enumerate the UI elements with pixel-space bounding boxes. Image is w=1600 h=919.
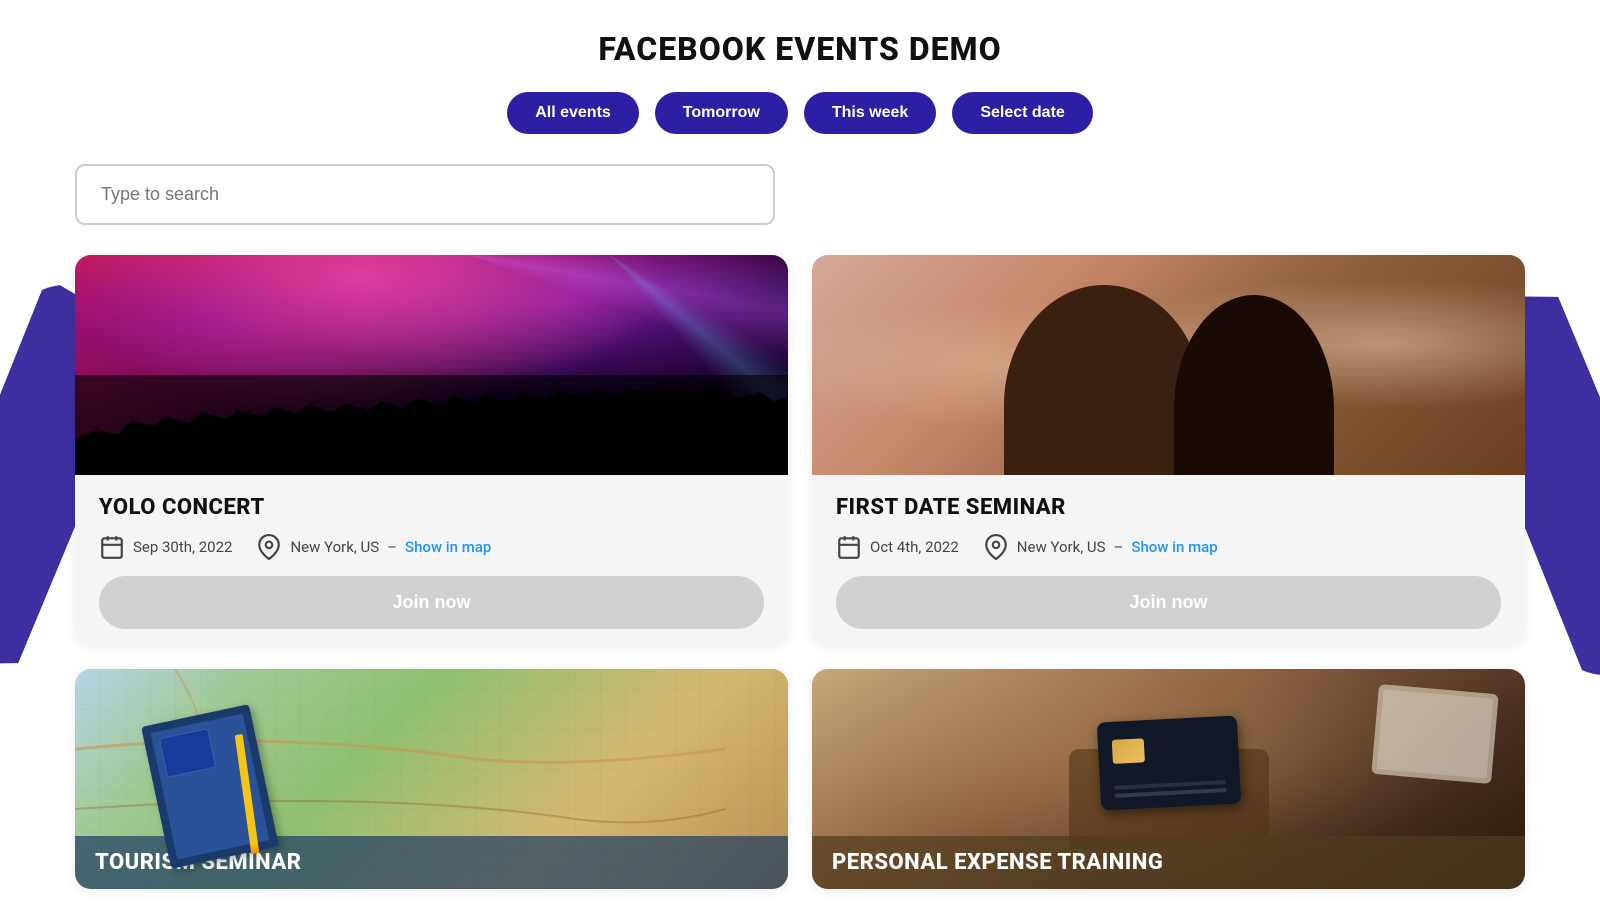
event-card-tourism[interactable]: TOURISM SEMINAR: [75, 669, 788, 889]
event-card-yolo-concert[interactable]: YOLO CONCERT Sep 30th, 2022: [75, 255, 788, 645]
credit-card-visual: [1096, 715, 1240, 810]
event-title-seminar: FIRST DATE SEMINAR: [836, 495, 1501, 520]
event-meta-concert: Sep 30th, 2022 New York, US – Show in ma…: [99, 534, 764, 560]
event-location-seminar: New York, US – Show in map: [983, 534, 1218, 560]
event-location-sep-seminar: –: [1114, 538, 1124, 556]
event-location-text-concert: New York, US: [290, 538, 379, 556]
event-title-concert: YOLO CONCERT: [99, 495, 764, 520]
event-meta-seminar: Oct 4th, 2022 New York, US – Show in map: [836, 534, 1501, 560]
event-body-seminar: FIRST DATE SEMINAR Oct 4th, 2022: [812, 475, 1525, 645]
tablet-shape: [1371, 684, 1498, 784]
event-date-text-seminar: Oct 4th, 2022: [870, 538, 959, 556]
events-grid: YOLO CONCERT Sep 30th, 2022: [0, 255, 1600, 889]
filter-tomorrow[interactable]: Tomorrow: [655, 92, 788, 134]
filter-all-events[interactable]: All events: [507, 92, 639, 134]
event-location-text-seminar: New York, US: [1017, 538, 1106, 556]
location-icon-seminar: [983, 534, 1009, 560]
event-date-concert: Sep 30th, 2022: [99, 534, 232, 560]
event-location-concert: New York, US – Show in map: [256, 534, 491, 560]
search-container: [0, 164, 1600, 225]
calendar-icon: [99, 534, 125, 560]
show-in-map-seminar[interactable]: Show in map: [1131, 538, 1217, 556]
join-button-concert[interactable]: Join now: [99, 576, 764, 629]
filter-bar: All events Tomorrow This week Select dat…: [0, 92, 1600, 134]
event-title-expense: PERSONAL EXPENSE TRAINING: [812, 836, 1525, 889]
event-date-text-concert: Sep 30th, 2022: [133, 538, 232, 556]
filter-this-week[interactable]: This week: [804, 92, 936, 134]
location-icon-concert: [256, 534, 282, 560]
event-card-first-date[interactable]: FIRST DATE SEMINAR Oct 4th, 2022: [812, 255, 1525, 645]
event-card-expense[interactable]: PERSONAL EXPENSE TRAINING: [812, 669, 1525, 889]
page-title: FACEBOOK EVENTS DEMO: [0, 30, 1600, 68]
filter-select-date[interactable]: Select date: [952, 92, 1092, 134]
show-in-map-concert[interactable]: Show in map: [405, 538, 491, 556]
person-right-silhouette: [1174, 295, 1334, 475]
event-image-couple: [812, 255, 1525, 475]
join-button-seminar[interactable]: Join now: [836, 576, 1501, 629]
calendar-icon-seminar: [836, 534, 862, 560]
event-image-concert: [75, 255, 788, 475]
event-location-sep-concert: –: [387, 538, 397, 556]
event-body-concert: YOLO CONCERT Sep 30th, 2022: [75, 475, 788, 645]
search-input[interactable]: [75, 164, 775, 225]
event-date-seminar: Oct 4th, 2022: [836, 534, 959, 560]
